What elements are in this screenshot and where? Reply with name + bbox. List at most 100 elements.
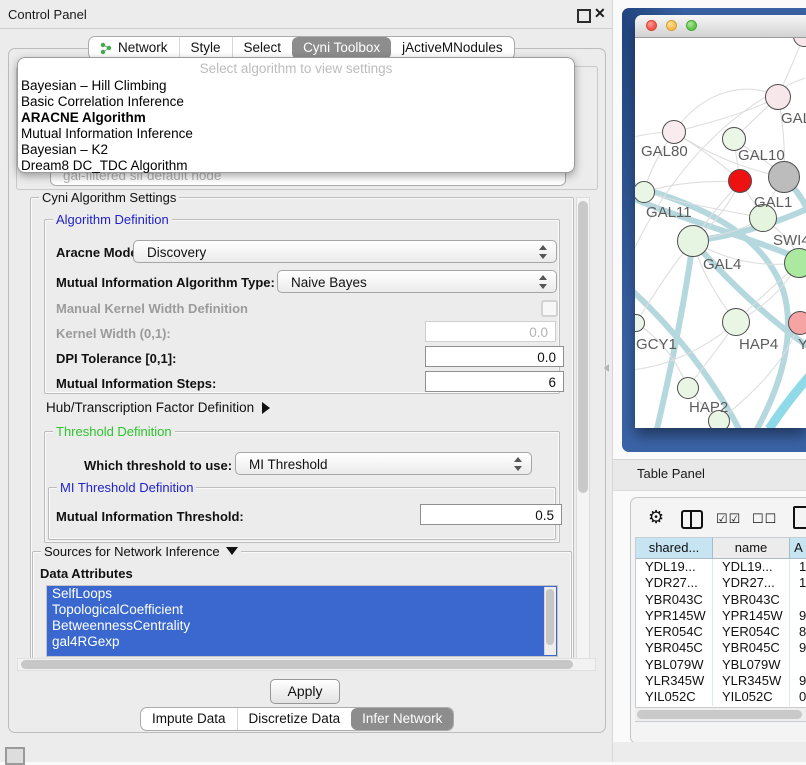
table-cell: YDL19... xyxy=(636,559,713,575)
aracne-mode-combo[interactable]: Discovery xyxy=(133,240,557,263)
algorithm-option[interactable]: Bayesian – K2 xyxy=(18,142,574,158)
table-row[interactable]: YIL052CYIL052C0. xyxy=(636,689,806,705)
panel-divider-grip[interactable] xyxy=(604,364,609,372)
table-panel: ⚙ ☑☑ ☐☐ shared...nameA YDL19...YDL19...1… xyxy=(630,497,806,744)
node-right-pink[interactable] xyxy=(788,311,806,335)
mi-steps-field[interactable]: 6 xyxy=(425,371,564,392)
network-window[interactable]: GALGAL80GAL10GAL11GAL1SWI4GAL4GCY1HAP4YH… xyxy=(635,15,806,428)
dpi-tolerance-label: DPI Tolerance [0,1]: xyxy=(56,351,176,366)
select-all-checkboxes-icon[interactable]: ☑☑ xyxy=(716,511,741,527)
node-gal4[interactable] xyxy=(677,225,709,257)
table-row[interactable]: YBR045CYBR045C9. xyxy=(636,640,806,656)
table-row[interactable]: YDR27...YDR27...12 xyxy=(636,575,806,591)
algorithm-dropdown-placeholder: Select algorithm to view settings xyxy=(18,61,574,78)
table-row[interactable]: YLR345WYLR345W9. xyxy=(636,673,806,689)
table-horizontal-scrollbar[interactable] xyxy=(635,707,806,721)
algorithm-option[interactable]: Dream8 DC_TDC Algorithm xyxy=(18,158,574,174)
network-canvas[interactable]: GALGAL80GAL10GAL11GAL1SWI4GAL4GCY1HAP4YH… xyxy=(635,38,806,428)
tab-select[interactable]: Select xyxy=(232,37,293,59)
node-gal10[interactable] xyxy=(768,161,800,193)
algorithm-option[interactable]: Mutual Information Inference xyxy=(18,126,574,142)
table-row[interactable]: YBL079WYBL079W xyxy=(636,657,806,673)
node-red[interactable] xyxy=(728,169,752,193)
node-label-gal11: GAL11 xyxy=(646,204,692,221)
column-header-a[interactable]: A xyxy=(790,538,806,558)
close-panel-icon[interactable]: ✕ xyxy=(594,5,606,22)
close-window-icon[interactable] xyxy=(646,20,657,31)
table-cell: 9. xyxy=(790,608,806,624)
table-cell: 13 xyxy=(790,559,806,575)
sources-group-title[interactable]: Sources for Network Inference xyxy=(41,544,241,559)
table-header-row: shared...nameA xyxy=(636,538,806,559)
deselect-all-checkboxes-icon[interactable]: ☐☐ xyxy=(752,511,777,527)
mi-type-combo[interactable]: Naive Bayes xyxy=(277,270,557,293)
float-panel-icon[interactable] xyxy=(577,9,591,23)
attribute-item[interactable]: BetweennessCentrality xyxy=(47,618,557,634)
mi-type-value: Naive Bayes xyxy=(291,275,367,290)
column-header-shared-[interactable]: shared... xyxy=(636,538,713,558)
combo-stepper-icon xyxy=(514,457,523,471)
dpi-tolerance-field[interactable]: 0.0 xyxy=(425,346,564,367)
list-scrollbar[interactable] xyxy=(544,587,556,655)
tab-cyni-toolbox[interactable]: Cyni Toolbox xyxy=(292,37,391,59)
algorithm-option[interactable]: Bayesian – Hill Climbing xyxy=(18,78,574,94)
node-pink-top[interactable] xyxy=(765,84,791,110)
tab-jactivemnodules[interactable]: jActiveMNodules xyxy=(391,37,514,59)
kernel-width-field[interactable]: 0.0 xyxy=(425,321,556,342)
attribute-item[interactable]: SelfLoops xyxy=(47,586,557,602)
network-window-titlebar[interactable] xyxy=(635,15,806,38)
node-gal80[interactable] xyxy=(662,120,686,144)
table-row[interactable]: YDL19...YDL19...13 xyxy=(636,559,806,575)
tab-label: Style xyxy=(191,37,221,59)
new-table-icon[interactable] xyxy=(793,506,806,529)
settings-horizontal-scrollbar[interactable] xyxy=(17,658,596,671)
mi-threshold-label: Mutual Information Threshold: xyxy=(56,509,244,524)
settings-vertical-scrollbar[interactable] xyxy=(576,197,590,664)
tab-label: Network xyxy=(118,37,168,59)
table-cell: YDR27... xyxy=(713,575,790,591)
node-hap2[interactable] xyxy=(677,377,699,399)
expander-expanded-icon xyxy=(226,547,238,555)
mi-steps-label: Mutual Information Steps: xyxy=(56,376,216,391)
minimize-window-icon[interactable] xyxy=(666,20,677,31)
cyni-settings-group-title: Cyni Algorithm Settings xyxy=(39,190,179,205)
node-label-hap2: HAP2 xyxy=(689,399,728,416)
node-hap4[interactable] xyxy=(722,308,750,336)
manual-kernel-checkbox[interactable] xyxy=(541,300,558,317)
tab-discretize-data[interactable]: Discretize Data xyxy=(237,708,352,730)
control-panel: Control Panel ✕ NetworkStyleSelectCyni T… xyxy=(0,0,613,762)
docked-panel-icon[interactable] xyxy=(5,747,25,765)
algorithm-dropdown-list: Select algorithm to view settings Bayesi… xyxy=(17,57,575,173)
algorithm-option[interactable]: Basic Correlation Inference xyxy=(18,94,574,110)
table-row[interactable]: YER054CYER054C8. xyxy=(636,624,806,640)
attribute-item[interactable]: gal4RGexp xyxy=(47,634,557,650)
tab-network[interactable]: Network xyxy=(89,37,179,59)
node-label-gal: GAL xyxy=(781,110,806,127)
table-cell: YBL079W xyxy=(713,657,790,673)
tab-style[interactable]: Style xyxy=(179,37,232,59)
columns-icon[interactable] xyxy=(681,510,703,529)
mi-threshold-field[interactable]: 0.5 xyxy=(420,504,562,525)
tab-impute-data[interactable]: Impute Data xyxy=(141,708,237,730)
table-row[interactable]: YBR043CYBR043C xyxy=(636,592,806,608)
tab-label: Select xyxy=(244,37,282,59)
tab-label: Cyni Toolbox xyxy=(303,37,380,59)
column-header-name[interactable]: name xyxy=(713,538,790,558)
combo-stepper-icon xyxy=(539,275,548,289)
attribute-item[interactable]: TopologicalCoefficient xyxy=(47,602,557,618)
hub-definition-expander[interactable]: Hub/Transcription Factor Definition xyxy=(46,400,270,415)
which-threshold-combo[interactable]: MI Threshold xyxy=(235,452,532,475)
tab-infer-network[interactable]: Infer Network xyxy=(351,708,453,730)
table-cell: YIL052C xyxy=(636,689,713,705)
gear-icon[interactable]: ⚙ xyxy=(648,507,664,528)
table-row[interactable]: YPR145WYPR145W9. xyxy=(636,608,806,624)
table-cell: YDR27... xyxy=(636,575,713,591)
zoom-window-icon[interactable] xyxy=(686,20,697,31)
algorithm-option[interactable]: ARACNE Algorithm xyxy=(18,110,574,126)
threshold-definition-title: Threshold Definition xyxy=(53,424,175,439)
manual-kernel-label: Manual Kernel Width Definition xyxy=(56,301,248,316)
node-right-green[interactable] xyxy=(784,248,806,278)
table-cell: YBR045C xyxy=(713,640,790,656)
apply-button[interactable]: Apply xyxy=(270,679,340,704)
data-attributes-list[interactable]: SelfLoopsTopologicalCoefficientBetweenne… xyxy=(46,585,558,657)
